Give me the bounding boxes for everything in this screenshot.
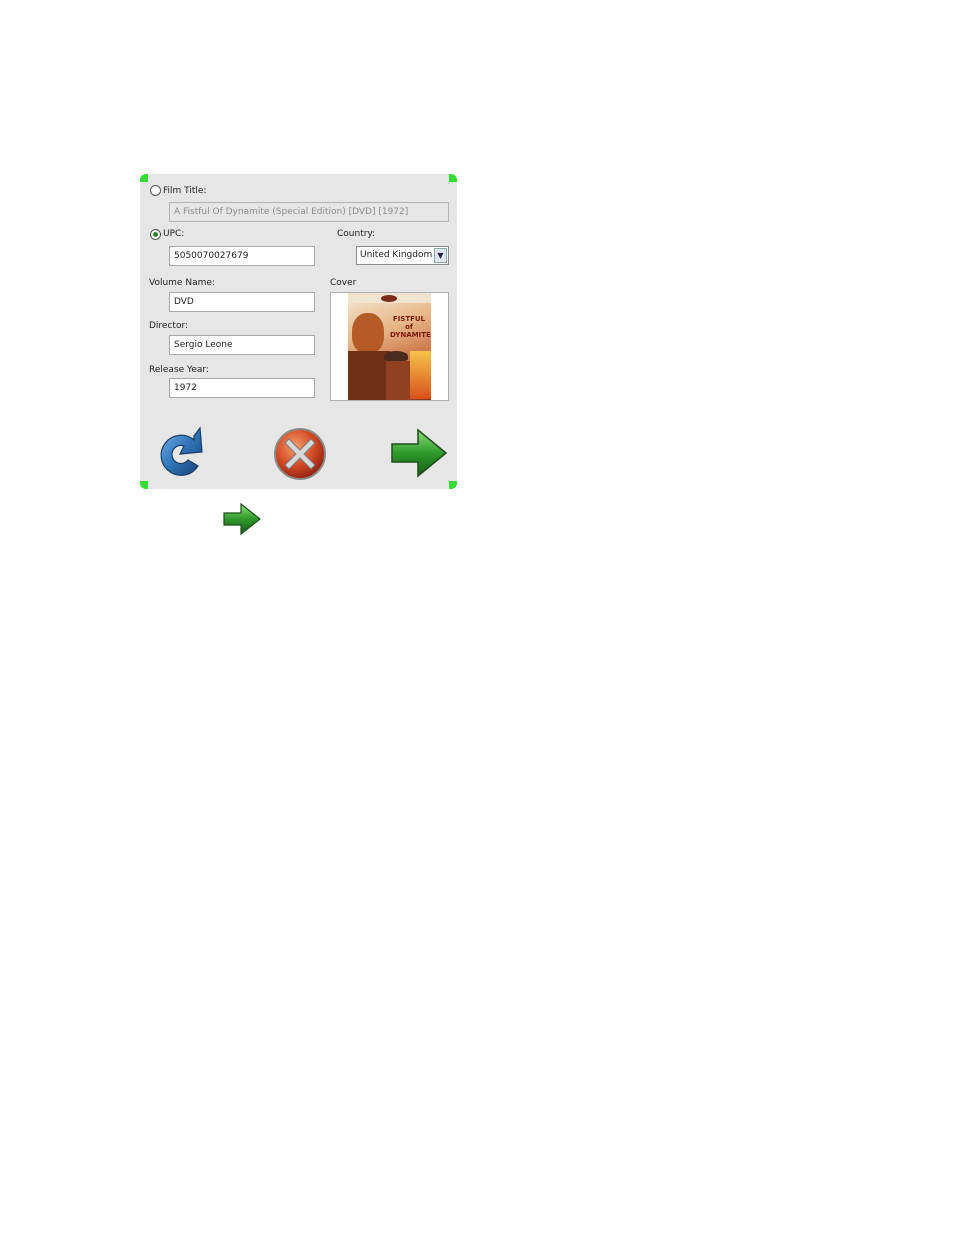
refresh-icon <box>160 426 203 476</box>
refresh-button[interactable] <box>154 426 206 486</box>
country-select-value: United Kingdom <box>360 250 433 260</box>
volume-name-label: Volume Name: <box>149 278 215 288</box>
volume-name-field[interactable]: DVD <box>169 292 315 312</box>
upc-label: UPC: <box>163 229 185 239</box>
cover-poster-title: FISTFUL of DYNAMITE <box>390 315 431 339</box>
film-title-field[interactable]: A Fistful Of Dynamite (Special Edition) … <box>169 202 449 222</box>
upc-radio[interactable] <box>150 229 161 240</box>
release-year-label: Release Year: <box>149 365 209 375</box>
next-arrow-indicator <box>222 502 262 540</box>
corner-marker <box>449 174 457 182</box>
director-label: Director: <box>149 321 189 331</box>
director-field[interactable]: Sergio Leone <box>169 335 315 355</box>
upc-field[interactable]: 5050070027679 <box>169 246 315 266</box>
cover-image-frame: FISTFUL of DYNAMITE <box>330 292 449 401</box>
next-arrow-icon <box>391 428 448 478</box>
country-label: Country: <box>337 229 376 239</box>
next-arrow-icon <box>223 502 261 536</box>
corner-marker <box>140 174 148 182</box>
cover-label: Cover <box>330 278 357 288</box>
corner-marker <box>140 481 148 489</box>
cancel-button[interactable] <box>273 427 327 485</box>
corner-marker <box>449 481 457 489</box>
cover-image: FISTFUL of DYNAMITE <box>348 293 431 400</box>
lookup-dialog: Film Title: A Fistful Of Dynamite (Speci… <box>140 174 457 489</box>
release-year-field[interactable]: 1972 <box>169 378 315 398</box>
film-title-radio[interactable] <box>150 185 161 196</box>
country-select[interactable]: United Kingdom ▼ <box>356 246 449 265</box>
cancel-icon <box>274 428 326 480</box>
chevron-down-icon[interactable]: ▼ <box>434 248 447 263</box>
next-button[interactable] <box>390 426 448 484</box>
film-title-label: Film Title: <box>163 186 207 196</box>
